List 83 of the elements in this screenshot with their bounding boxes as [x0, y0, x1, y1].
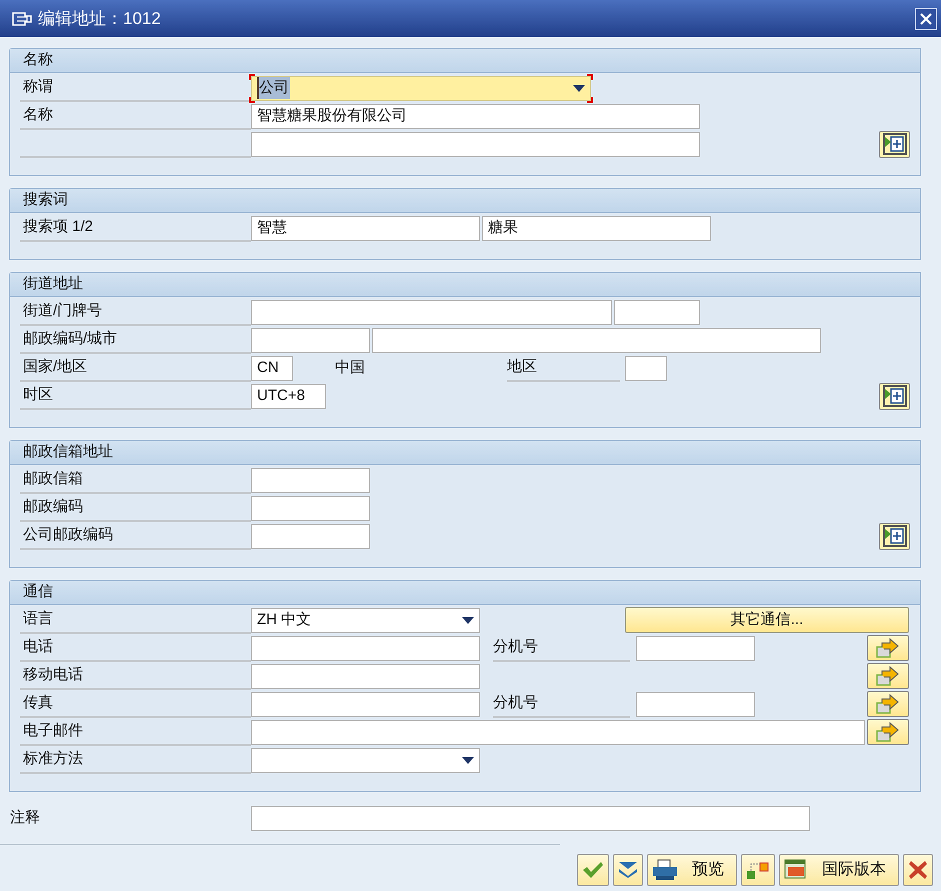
detail-button[interactable] — [879, 130, 910, 158]
field-label: 公司邮政编码 — [23, 524, 113, 545]
input-field[interactable] — [636, 692, 755, 716]
caret-icon — [462, 616, 474, 624]
print-button[interactable]: 预览 — [647, 854, 737, 886]
close-icon — [920, 12, 932, 24]
input-field[interactable] — [251, 524, 370, 548]
input-field[interactable] — [614, 300, 700, 324]
add-page-icon — [882, 385, 906, 407]
input-field[interactable] — [372, 328, 821, 352]
section-title: 通信 — [10, 581, 920, 605]
section-title: 名称 — [10, 49, 920, 73]
field-label: 邮政信箱 — [23, 468, 83, 489]
field-label: 分机号 — [493, 690, 630, 718]
transfer-button[interactable] — [867, 635, 909, 661]
field-label: 邮政编码/城市 — [23, 328, 118, 349]
field-label: 地区 — [507, 354, 620, 382]
caret-icon — [462, 756, 474, 764]
field-label: 邮政编码 — [23, 496, 83, 517]
arrow-page-icon — [876, 666, 900, 686]
country-name: 中国 — [335, 358, 366, 378]
field-label: 分机号 — [493, 634, 630, 662]
field-label: 搜索项 1/2 — [23, 216, 94, 237]
input-field[interactable] — [251, 806, 810, 830]
window-icon — [784, 859, 808, 881]
input-field[interactable] — [251, 496, 370, 520]
window-title: 编辑地址：1012 — [38, 8, 161, 30]
expand-button[interactable] — [613, 854, 643, 886]
window-icon — [12, 12, 32, 26]
field-label: 注释 — [10, 808, 41, 828]
field-label: 称谓 — [23, 76, 53, 97]
input-field[interactable] — [251, 132, 700, 156]
input-field[interactable] — [251, 300, 612, 324]
close-button[interactable] — [915, 8, 937, 30]
add-page-icon — [882, 133, 906, 155]
transfer-button[interactable] — [867, 719, 909, 745]
field-label: 名称 — [23, 104, 53, 125]
confirm-button[interactable] — [577, 854, 609, 886]
field-label: 标准方法 — [23, 748, 83, 769]
add-page-icon — [882, 525, 906, 547]
cancel-icon — [908, 860, 928, 880]
input-field[interactable] — [251, 720, 865, 744]
field-label: 语言 — [23, 608, 53, 629]
field-label: 电话 — [23, 636, 53, 657]
cancel-button[interactable] — [903, 854, 933, 886]
field-label: 国家/地区 — [23, 356, 88, 377]
field-label: 时区 — [23, 384, 53, 405]
input-field[interactable] — [251, 664, 480, 688]
double-chevron-icon — [618, 861, 638, 879]
dropdown[interactable]: 公司 — [251, 76, 591, 100]
detail-button[interactable] — [879, 522, 910, 550]
input-field[interactable]: 糖果 — [482, 216, 711, 240]
squares-button[interactable] — [741, 854, 775, 886]
input-field[interactable]: 智慧糖果股份有限公司 — [251, 104, 700, 128]
more-communication-button[interactable]: 其它通信... — [625, 607, 909, 633]
dropdown[interactable] — [251, 748, 480, 772]
input-field[interactable] — [636, 636, 755, 660]
arrow-page-icon — [876, 722, 900, 742]
detail-button[interactable] — [879, 382, 910, 410]
transfer-button[interactable] — [867, 691, 909, 717]
input-field[interactable] — [251, 692, 480, 716]
section-title: 搜索词 — [10, 189, 920, 213]
caret-icon — [573, 84, 585, 92]
window-button[interactable]: 国际版本 — [779, 854, 899, 886]
section-title: 街道地址 — [10, 273, 920, 297]
input-field[interactable]: 智慧 — [251, 216, 480, 240]
section-title: 邮政信箱地址 — [10, 441, 920, 465]
field-label: 电子邮件 — [23, 720, 83, 741]
transfer-button[interactable] — [867, 663, 909, 689]
printer-icon — [652, 859, 678, 881]
input-field[interactable]: CN — [251, 356, 293, 380]
arrow-page-icon — [876, 694, 900, 714]
arrow-page-icon — [876, 638, 900, 658]
input-field[interactable] — [251, 328, 370, 352]
input-field[interactable] — [625, 356, 667, 380]
check-icon — [582, 861, 604, 879]
field-label: 传真 — [23, 692, 53, 713]
field-label: 移动电话 — [23, 664, 83, 685]
input-field[interactable]: UTC+8 — [251, 384, 326, 408]
field-label: 街道/门牌号 — [23, 300, 102, 321]
dropdown[interactable]: ZH 中文 — [251, 608, 480, 632]
input-field[interactable] — [251, 636, 480, 660]
input-field[interactable] — [251, 468, 370, 492]
